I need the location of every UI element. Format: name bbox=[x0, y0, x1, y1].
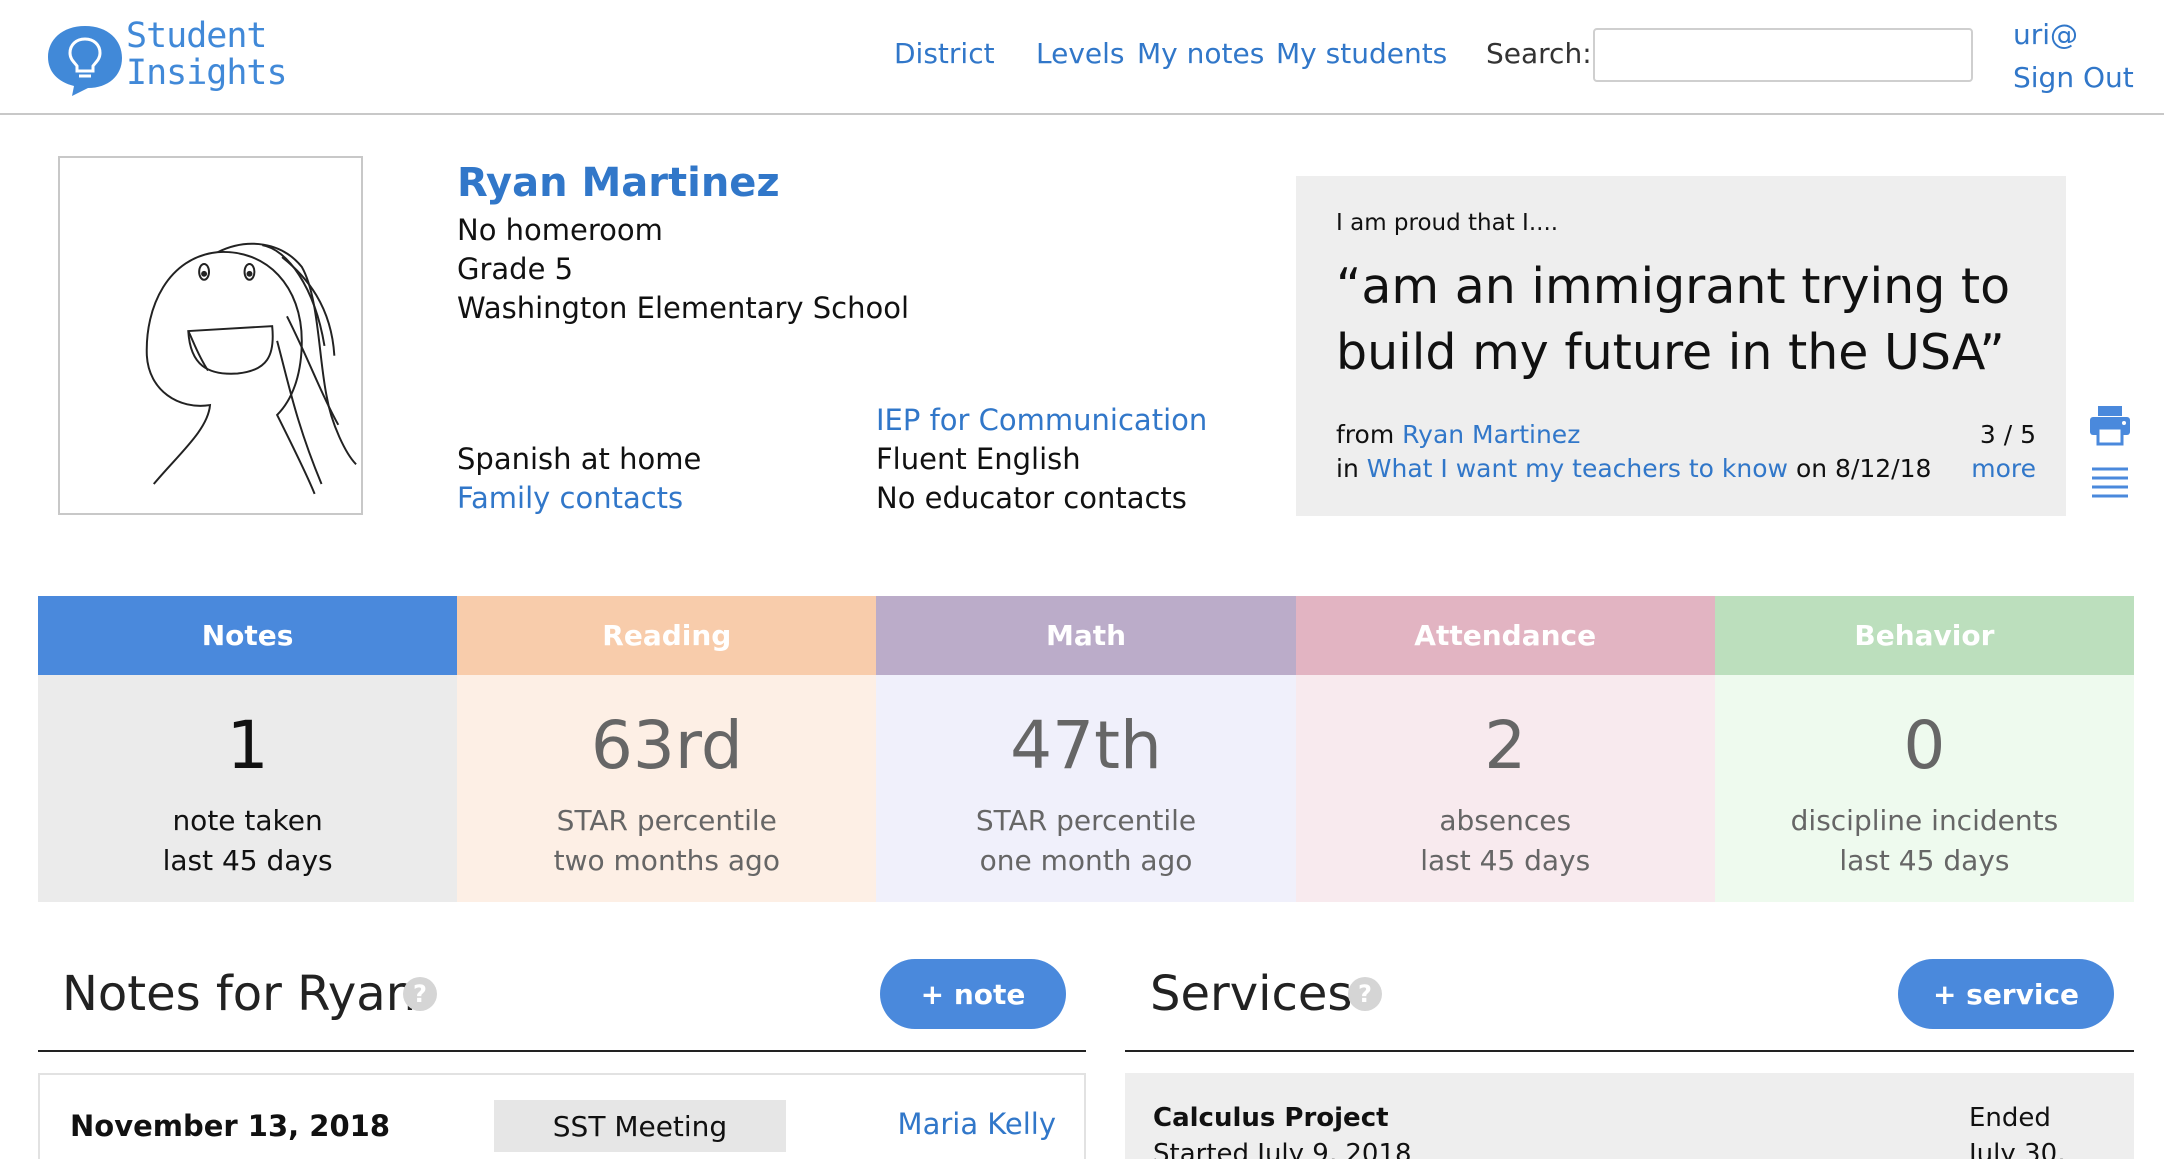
educator-contacts-text: No educator contacts bbox=[876, 481, 1187, 515]
quote-counter: 3 / 5 bbox=[1979, 420, 2036, 449]
quote-source-line: in What I want my teachers to know on 8/… bbox=[1336, 454, 1931, 483]
attendance-caption-line-1: absences bbox=[1439, 804, 1572, 837]
service-status: Ended bbox=[1969, 1103, 2051, 1133]
note-list-item[interactable]: November 13, 2018 SST Meeting Maria Kell… bbox=[38, 1073, 1086, 1159]
notes-section-divider bbox=[38, 1050, 1086, 1052]
notes-summary-card[interactable]: Notes 1 note taken last 45 days bbox=[38, 596, 458, 902]
add-service-button[interactable]: + service bbox=[1898, 959, 2114, 1029]
attendance-caption-line-2: last 45 days bbox=[1420, 844, 1591, 877]
behavior-caption-line-2: last 45 days bbox=[1839, 844, 2010, 877]
quote-date: on 8/12/18 bbox=[1795, 454, 1932, 483]
nav-my-students-link[interactable]: My students bbox=[1276, 37, 1447, 70]
quote-from-line: from Ryan Martinez bbox=[1336, 420, 1580, 449]
nav-my-notes-link[interactable]: My notes bbox=[1137, 37, 1264, 70]
notes-caption-line-1: note taken bbox=[172, 804, 323, 837]
absences-count: 2 bbox=[1484, 707, 1527, 784]
notes-card-body: 1 note taken last 45 days bbox=[38, 675, 458, 902]
user-account-link[interactable]: uri@ bbox=[2013, 18, 2078, 51]
behavior-caption-line-1: discipline incidents bbox=[1790, 804, 2059, 837]
service-list-item[interactable]: Calculus Project Started July 9, 2018 En… bbox=[1125, 1073, 2134, 1159]
note-type-badge: SST Meeting bbox=[494, 1100, 786, 1152]
service-name: Calculus Project bbox=[1153, 1103, 1389, 1133]
notes-section-title: Notes for Ryan bbox=[62, 966, 417, 1022]
search-label: Search: bbox=[1486, 37, 1592, 70]
attendance-card-body: 2 absences last 45 days bbox=[1295, 675, 1715, 902]
summary-cards: Notes 1 note taken last 45 days Reading … bbox=[38, 596, 2135, 902]
iep-link[interactable]: IEP for Communication bbox=[876, 403, 1207, 437]
attendance-card-caption: absences last 45 days bbox=[1296, 801, 1715, 881]
behavior-card-header[interactable]: Behavior bbox=[1714, 596, 2135, 675]
app-logo[interactable]: Student Insights bbox=[44, 18, 324, 98]
reading-card-caption: STAR percentile two months ago bbox=[457, 801, 876, 881]
quote-in-prefix: in bbox=[1336, 454, 1359, 483]
note-author-link[interactable]: Maria Kelly bbox=[898, 1107, 1056, 1141]
note-date: November 13, 2018 bbox=[70, 1109, 390, 1143]
behavior-summary-card[interactable]: Behavior 0 discipline incidents last 45 … bbox=[1714, 596, 2135, 902]
top-nav-bar: Student Insights District Levels My note… bbox=[0, 0, 2164, 115]
grade-text: Grade 5 bbox=[457, 252, 574, 286]
math-card-caption: STAR percentile one month ago bbox=[876, 801, 1295, 881]
notes-count: 1 bbox=[226, 707, 269, 784]
student-avatar-drawing bbox=[145, 242, 357, 495]
student-photo bbox=[58, 156, 363, 515]
behavior-card-caption: discipline incidents last 45 days bbox=[1715, 801, 2134, 881]
logo-text: Student Insights bbox=[126, 16, 288, 93]
math-card-header[interactable]: Math bbox=[876, 596, 1296, 675]
services-section-divider bbox=[1125, 1050, 2134, 1052]
sign-out-link[interactable]: Sign Out bbox=[2013, 61, 2134, 94]
service-start-date: Started July 9, 2018 bbox=[1153, 1139, 1412, 1159]
discipline-count: 0 bbox=[1903, 707, 1946, 784]
attendance-summary-card[interactable]: Attendance 2 absences last 45 days bbox=[1295, 596, 1715, 902]
math-summary-card[interactable]: Math 47th STAR percentile one month ago bbox=[876, 596, 1296, 902]
list-icon[interactable] bbox=[2088, 466, 2132, 500]
quote-form-link[interactable]: What I want my teachers to know bbox=[1367, 454, 1788, 483]
reading-card-header[interactable]: Reading bbox=[457, 596, 877, 675]
search-input[interactable] bbox=[1593, 28, 1973, 82]
notes-caption-line-2: last 45 days bbox=[162, 844, 333, 877]
print-icon[interactable] bbox=[2088, 404, 2132, 446]
quote-author-link[interactable]: Ryan Martinez bbox=[1402, 420, 1580, 449]
quote-more-link[interactable]: more bbox=[1971, 454, 2036, 483]
math-card-body: 47th STAR percentile one month ago bbox=[876, 675, 1296, 902]
quote-intro: I am proud that I.... bbox=[1336, 210, 1559, 236]
reading-caption-line-1: STAR percentile bbox=[556, 804, 777, 837]
add-note-button[interactable]: + note bbox=[880, 959, 1066, 1029]
services-help-icon[interactable]: ? bbox=[1348, 977, 1382, 1011]
service-end-date: July 30, 2018 bbox=[1969, 1139, 2066, 1159]
reading-caption-line-2: two months ago bbox=[553, 844, 780, 877]
homeroom-text: No homeroom bbox=[457, 213, 663, 247]
home-language-text: Spanish at home bbox=[457, 442, 702, 476]
notes-card-caption: note taken last 45 days bbox=[38, 801, 457, 881]
reading-percentile: 63rd bbox=[590, 707, 743, 784]
notes-help-icon[interactable]: ? bbox=[403, 977, 437, 1011]
attendance-card-header[interactable]: Attendance bbox=[1295, 596, 1715, 675]
nav-district-link[interactable]: District bbox=[894, 37, 995, 70]
math-caption-line-2: one month ago bbox=[979, 844, 1193, 877]
notes-card-header[interactable]: Notes bbox=[38, 596, 458, 675]
family-contacts-link[interactable]: Family contacts bbox=[457, 481, 683, 515]
math-percentile: 47th bbox=[1010, 707, 1162, 784]
math-caption-line-1: STAR percentile bbox=[975, 804, 1197, 837]
behavior-card-body: 0 discipline incidents last 45 days bbox=[1714, 675, 2135, 902]
student-voice-quote-panel: I am proud that I.... “am an immigrant t… bbox=[1296, 176, 2066, 516]
quote-text: “am an immigrant trying to build my futu… bbox=[1336, 258, 2011, 381]
quote-from-prefix: from bbox=[1336, 420, 1395, 449]
services-section-title: Services bbox=[1150, 966, 1353, 1022]
reading-summary-card[interactable]: Reading 63rd STAR percentile two months … bbox=[457, 596, 877, 902]
english-proficiency-text: Fluent English bbox=[876, 442, 1081, 476]
school-text: Washington Elementary School bbox=[457, 291, 910, 325]
student-name[interactable]: Ryan Martinez bbox=[457, 160, 780, 206]
lightbulb-logo-icon bbox=[48, 26, 122, 96]
nav-levels-link[interactable]: Levels bbox=[1036, 37, 1125, 70]
reading-card-body: 63rd STAR percentile two months ago bbox=[457, 675, 877, 902]
logo-line-2: Insights bbox=[126, 53, 288, 93]
logo-line-1: Student bbox=[126, 16, 268, 56]
